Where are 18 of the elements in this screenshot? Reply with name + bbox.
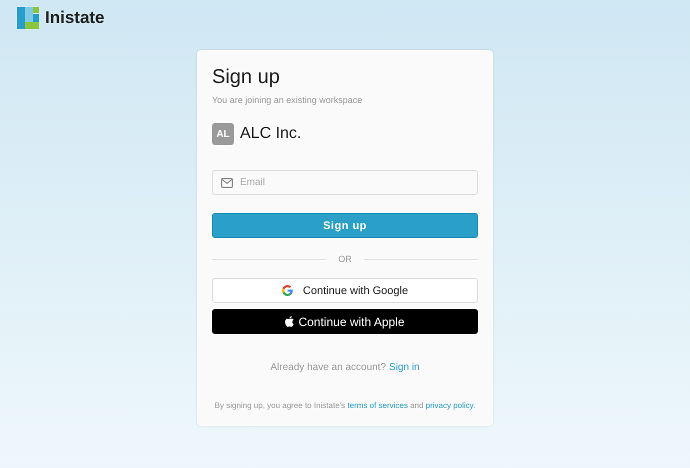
signup-button[interactable]: Sign up bbox=[212, 213, 478, 238]
account-prompt: Already have an account? bbox=[270, 362, 386, 373]
terms-text: By signing up, you agree to Inistate's terms of services and privacy policy. bbox=[214, 401, 476, 410]
subtitle: You are joining an existing workspace bbox=[212, 95, 362, 105]
signin-link[interactable]: Sign in bbox=[389, 362, 420, 373]
workspace-avatar: AL bbox=[212, 123, 234, 145]
brand-name: Inistate bbox=[45, 8, 105, 28]
privacy-link[interactable]: privacy policy bbox=[426, 401, 474, 410]
workspace-name: ALC Inc. bbox=[240, 125, 302, 143]
google-signin-button[interactable]: Continue with Google bbox=[212, 278, 478, 303]
page-title: Sign up bbox=[212, 66, 280, 89]
apple-icon bbox=[285, 316, 294, 327]
logo-icon bbox=[17, 7, 39, 29]
email-field[interactable]: Email bbox=[212, 170, 478, 195]
google-icon bbox=[282, 285, 293, 296]
apple-signin-button[interactable]: Continue with Apple bbox=[212, 309, 478, 334]
divider-label: OR bbox=[338, 254, 352, 264]
terms-link[interactable]: terms of services bbox=[347, 401, 408, 410]
